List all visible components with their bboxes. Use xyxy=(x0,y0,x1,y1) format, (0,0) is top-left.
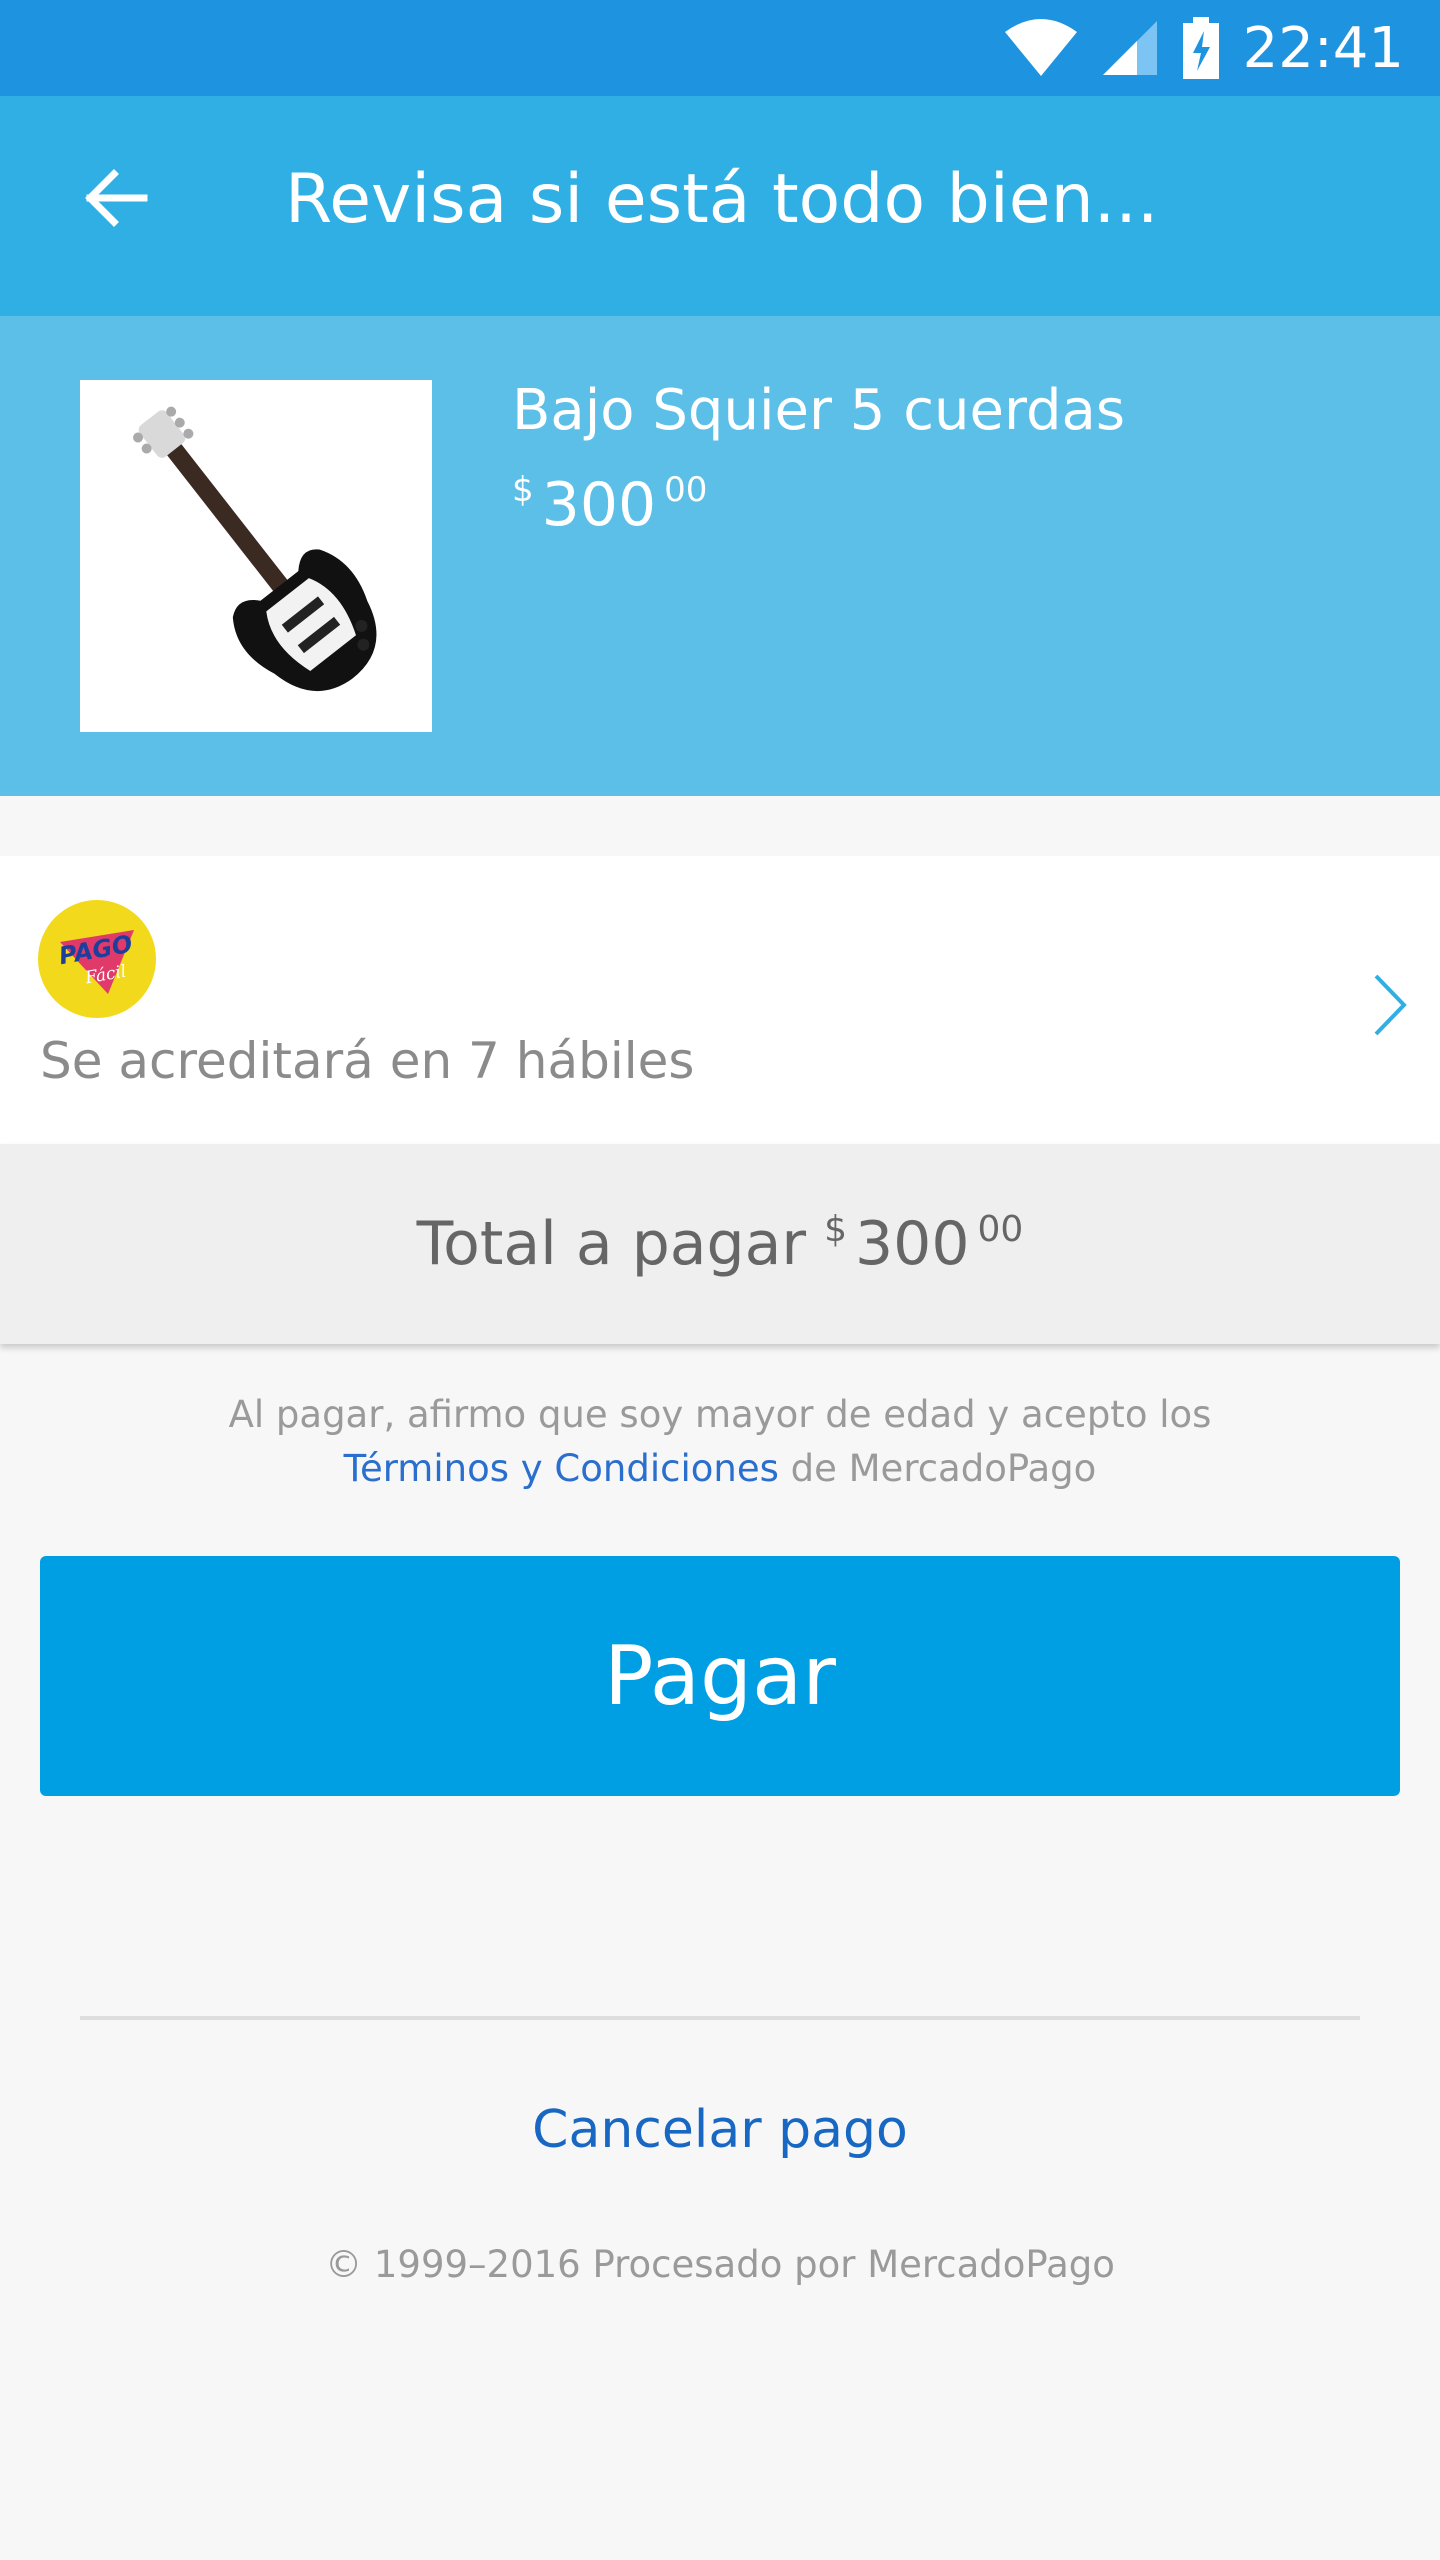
legal-line-1: Al pagar, afirmo que soy mayor de edad y… xyxy=(228,1393,1212,1436)
product-name: Bajo Squier 5 cuerdas xyxy=(512,378,1126,443)
payment-method-description: Se acreditará en 7 hábiles xyxy=(40,1032,695,1090)
back-button[interactable] xyxy=(60,143,170,253)
total-label: Total a pagar xyxy=(416,1209,807,1279)
status-time: 22:41 xyxy=(1242,15,1404,81)
total-bar: Total a pagar $300 00 xyxy=(0,1144,1440,1344)
signal-icon xyxy=(1102,21,1157,75)
bass-guitar-icon xyxy=(133,406,377,691)
legal-line-2: Términos y Condiciones de MercadoPago xyxy=(0,1442,1440,1496)
footer-copyright: © 1999–2016 Procesado por MercadoPago xyxy=(325,2243,1115,2286)
cancel-payment-link[interactable]: Cancelar pago xyxy=(0,2100,1440,2160)
product-price: $300 00 xyxy=(512,470,707,540)
price-integer: 300 xyxy=(541,470,657,540)
price-decimal: 00 xyxy=(664,470,708,510)
currency-symbol: $ xyxy=(512,470,534,510)
product-image xyxy=(80,380,432,732)
divider xyxy=(80,2016,1360,2020)
page-title: Revisa si está todo bien... xyxy=(285,160,1159,239)
pago-facil-logo: PAGO Fácil xyxy=(38,900,156,1018)
terms-link[interactable]: Términos y Condiciones xyxy=(344,1447,779,1490)
arrow-back-icon xyxy=(85,169,148,227)
total-integer: 300 xyxy=(854,1209,970,1279)
wifi-icon xyxy=(1004,19,1077,76)
total-currency-symbol: $ xyxy=(824,1209,847,1250)
total-decimal: 00 xyxy=(977,1209,1024,1250)
chevron-right-icon[interactable] xyxy=(1360,970,1420,1040)
legal-notice: Al pagar, afirmo que soy mayor de edad y… xyxy=(0,1388,1440,1496)
payment-method-row[interactable] xyxy=(0,856,1440,1144)
legal-suffix: de MercadoPago xyxy=(778,1447,1097,1490)
total-amount: Total a pagar $300 00 xyxy=(417,1209,1024,1279)
pay-button[interactable]: Pagar xyxy=(40,1556,1400,1796)
status-icons: 22:41 xyxy=(1003,0,1404,96)
pago-facil-logo-graphic: PAGO Fácil xyxy=(57,930,135,994)
battery-charging-icon xyxy=(1182,17,1219,79)
